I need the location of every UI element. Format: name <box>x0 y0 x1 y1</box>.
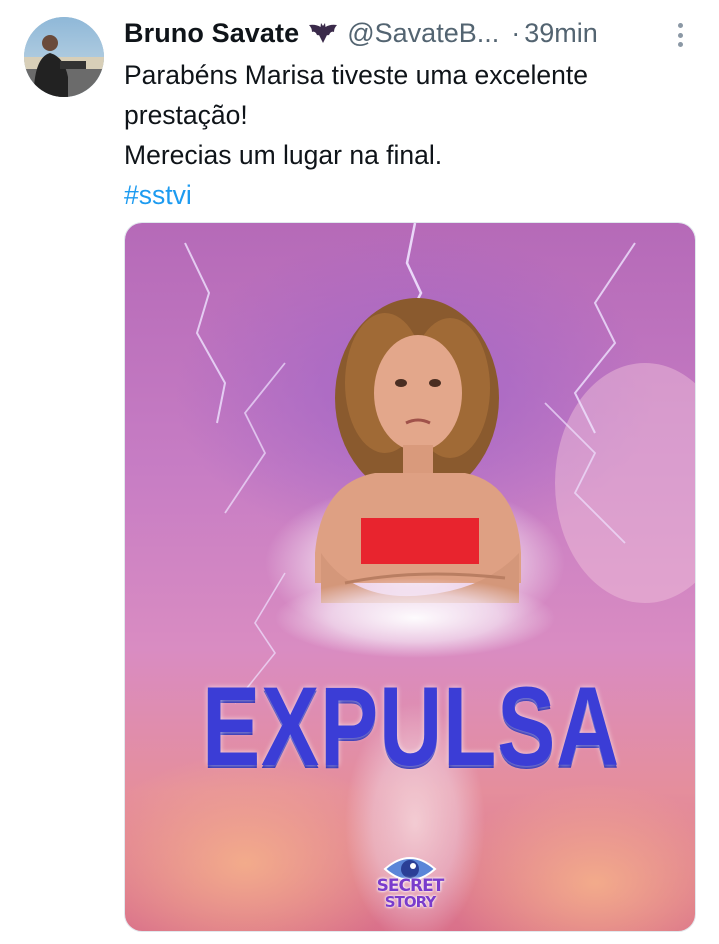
hashtag-link[interactable]: #sstvi <box>124 175 694 215</box>
display-name[interactable]: Bruno Savate <box>124 18 299 49</box>
tweet-text: Parabéns Marisa tiveste uma excelente pr… <box>124 55 694 215</box>
tweet-header: Bruno Savate @SavateB... · 39min <box>124 14 684 52</box>
user-handle[interactable]: @SavateB... <box>347 18 499 49</box>
avatar-photo <box>24 17 104 97</box>
logo-line2: STORY <box>384 893 436 911</box>
separator-dot: · <box>511 17 521 48</box>
more-options-icon[interactable] <box>668 20 692 50</box>
tweet-text-line: Parabéns Marisa tiveste uma excelente <box>124 60 588 90</box>
media-background <box>125 223 695 931</box>
bat-icon <box>308 22 338 44</box>
tweet[interactable]: Bruno Savate @SavateB... · 39min Parabén… <box>0 0 719 944</box>
secret-story-logo: SECRET STORY <box>375 853 445 915</box>
tweet-text-line: prestação! <box>124 100 248 130</box>
headline-expulsa: EXPULSA <box>201 664 621 789</box>
tweet-media-image[interactable]: EXPULSA SECRET STORY <box>124 222 696 932</box>
timestamp[interactable]: 39min <box>524 18 598 49</box>
tweet-text-line: Merecias um lugar na final. <box>124 140 443 170</box>
avatar[interactable] <box>24 17 104 97</box>
